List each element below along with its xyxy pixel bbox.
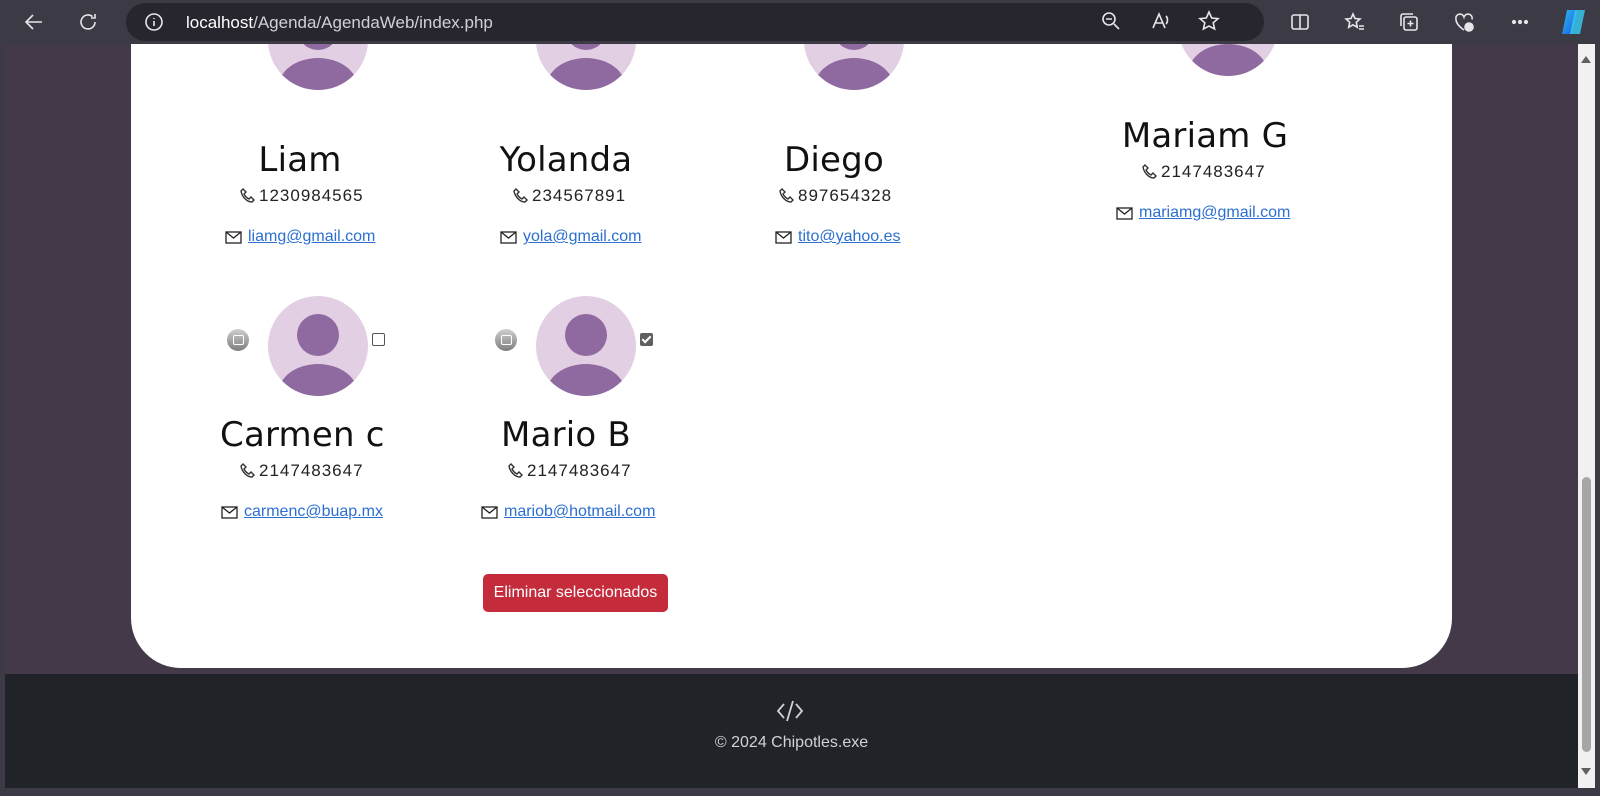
contact-phone: 1230984565 <box>239 186 364 206</box>
phone-icon <box>240 188 255 203</box>
contact-phone: 2147483647 <box>507 461 632 481</box>
camera-icon <box>500 335 512 345</box>
contact-phone: 2147483647 <box>239 461 364 481</box>
url-text[interactable]: localhost/Agenda/AgendaWeb/index.php <box>186 13 493 33</box>
read-aloud-icon[interactable] <box>1150 10 1172 37</box>
scroll-down-arrow-icon[interactable] <box>1581 768 1591 775</box>
envelope-icon <box>500 230 517 244</box>
contact-name: Liam <box>258 140 342 180</box>
more-icon[interactable] <box>1506 8 1534 36</box>
avatar <box>804 44 904 90</box>
contact-phone: 234567891 <box>512 186 626 206</box>
contact-name: Yolanda <box>499 140 633 180</box>
contact-email: mariob@hotmail.com <box>481 503 655 521</box>
envelope-icon <box>775 230 792 244</box>
email-link[interactable]: mariob@hotmail.com <box>504 503 655 521</box>
contact-name: Mariam G <box>1121 116 1289 156</box>
phone-icon <box>508 463 523 478</box>
phone-icon <box>779 188 794 203</box>
contact-email: yola@gmail.com <box>500 228 642 246</box>
collections-icon[interactable] <box>1395 8 1423 36</box>
copyright-text: © 2024 Chipotles.exe <box>714 734 869 751</box>
change-photo-button[interactable] <box>227 329 249 351</box>
split-screen-icon[interactable] <box>1286 8 1314 36</box>
avatar <box>268 44 368 90</box>
back-icon[interactable] <box>20 8 48 36</box>
email-link[interactable]: carmenc@buap.mx <box>244 503 383 521</box>
camera-icon <box>232 335 244 345</box>
scroll-up-arrow-icon[interactable] <box>1581 56 1591 63</box>
address-bar[interactable]: localhost/Agenda/AgendaWeb/index.php <box>126 3 1264 41</box>
code-icon <box>776 700 804 722</box>
page-footer: © 2024 Chipotles.exe <box>5 674 1578 788</box>
email-link[interactable]: mariamg@gmail.com <box>1139 204 1290 222</box>
contacts-card: Liam 1230984565 liamg@gmail.com Yolanda … <box>131 44 1452 668</box>
email-link[interactable]: yola@gmail.com <box>523 228 642 246</box>
zoom-out-icon[interactable] <box>1100 10 1122 37</box>
avatar <box>1178 44 1278 76</box>
contact-name: Diego <box>784 140 884 180</box>
contact-phone: 2147483647 <box>1141 162 1266 182</box>
phone-icon <box>240 463 255 478</box>
info-icon[interactable] <box>144 12 164 37</box>
change-photo-button[interactable] <box>495 329 517 351</box>
envelope-icon <box>481 505 498 519</box>
favorite-star-icon[interactable] <box>1198 10 1220 37</box>
email-link[interactable]: liamg@gmail.com <box>248 228 375 246</box>
contact-email: mariamg@gmail.com <box>1116 204 1290 222</box>
select-checkbox[interactable] <box>640 333 653 346</box>
contact-name: Carmen c <box>220 415 385 455</box>
refresh-icon[interactable] <box>74 8 102 36</box>
select-checkbox[interactable] <box>372 333 385 346</box>
phone-icon <box>513 188 528 203</box>
browser-toolbar: localhost/Agenda/AgendaWeb/index.php <box>0 0 1600 44</box>
contact-email: liamg@gmail.com <box>225 228 375 246</box>
browser-essentials-icon[interactable] <box>1450 8 1478 36</box>
copilot-icon[interactable] <box>1558 6 1590 38</box>
favorites-icon[interactable] <box>1341 8 1369 36</box>
email-link[interactable]: tito@yahoo.es <box>798 228 901 246</box>
delete-selected-button[interactable]: Eliminar seleccionados <box>483 574 668 612</box>
scroll-thumb[interactable] <box>1582 477 1591 752</box>
phone-icon <box>1142 164 1157 179</box>
contact-name: Mario B <box>501 415 631 455</box>
page-viewport: Liam 1230984565 liamg@gmail.com Yolanda … <box>5 44 1578 788</box>
vertical-scrollbar[interactable] <box>1578 44 1595 788</box>
contact-email: carmenc@buap.mx <box>221 503 383 521</box>
avatar <box>268 296 368 396</box>
envelope-icon <box>1116 206 1133 220</box>
avatar <box>536 296 636 396</box>
contact-email: tito@yahoo.es <box>775 228 901 246</box>
avatar <box>536 44 636 90</box>
contact-phone: 897654328 <box>778 186 892 206</box>
envelope-icon <box>221 505 238 519</box>
envelope-icon <box>225 230 242 244</box>
